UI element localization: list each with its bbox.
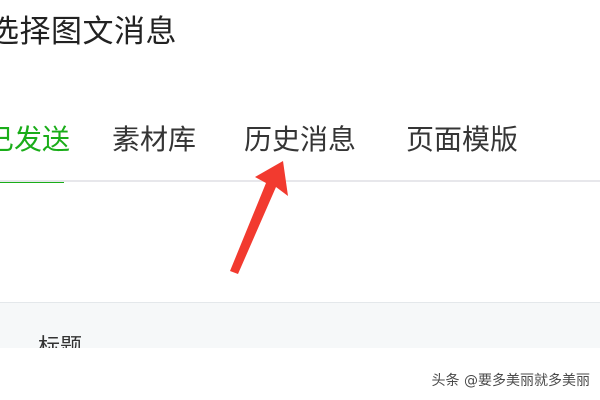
tab-bar: 已发送 素材库 历史消息 页面模版 <box>0 104 600 183</box>
tabs-divider <box>0 180 600 182</box>
table-header-title: 标题 <box>38 335 83 349</box>
watermark: 头条 @要多美丽就多美丽 <box>431 373 590 389</box>
tab-material-library[interactable]: 素材库 <box>112 118 196 158</box>
dialog-title: 选择图文消息 <box>0 14 177 50</box>
table-header: 标题 <box>0 302 600 349</box>
tab-sent[interactable]: 已发送 <box>0 118 70 158</box>
tab-history-messages[interactable]: 历史消息 <box>244 118 356 158</box>
page: 选择图文消息 已发送 素材库 历史消息 页面模版 标题 头条 @要多美丽就多美丽 <box>0 0 600 400</box>
tab-page-template[interactable]: 页面模版 <box>406 118 518 158</box>
